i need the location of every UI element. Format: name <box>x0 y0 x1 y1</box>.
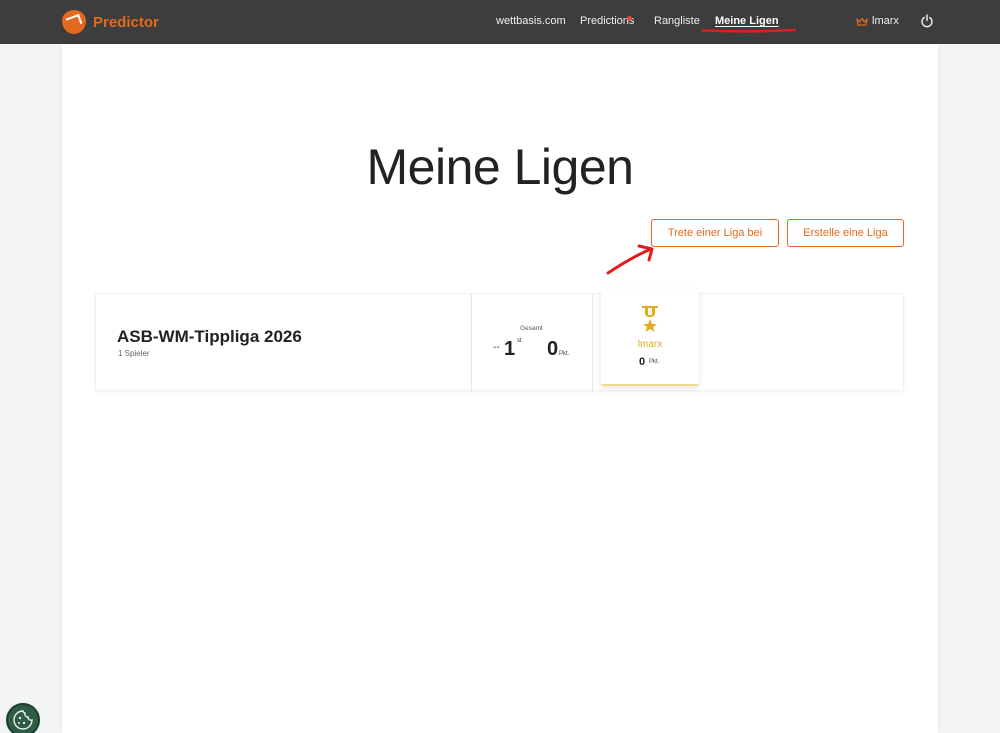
rank-trend: -- <box>493 342 500 353</box>
cookie-icon <box>13 710 33 730</box>
divider <box>471 294 472 392</box>
crown-icon <box>856 17 868 26</box>
rank-value: 1 <box>504 338 516 360</box>
app-name: Predictor <box>93 13 159 31</box>
annotation-underline <box>702 28 796 33</box>
annotation-arrow <box>606 244 654 275</box>
points-suffix: Pkt. <box>559 351 570 357</box>
nav-link-wettbasis[interactable]: wettbasis.com <box>496 15 566 27</box>
stat-label: Gesamt <box>520 325 543 332</box>
nav-link-rangliste[interactable]: Rangliste <box>654 15 700 27</box>
logo[interactable]: Predictor <box>62 10 159 34</box>
top-navbar: Predictor wettbasis.com Predictions Rang… <box>0 0 1000 44</box>
divider <box>592 294 593 392</box>
cookie-settings-button[interactable] <box>6 703 40 733</box>
leader-points-suffix: Pkt. <box>649 359 660 365</box>
rank-suffix: st <box>517 338 522 344</box>
user-menu[interactable]: lmarx <box>872 15 899 27</box>
page-title: Meine Ligen <box>366 139 634 195</box>
medal-icon <box>642 306 658 332</box>
leader-points: 0 <box>639 356 646 368</box>
create-league-button[interactable]: Erstelle eine Liga <box>787 219 904 247</box>
join-league-button[interactable]: Trete einer Liga bei <box>651 219 779 247</box>
points-value: 0 <box>547 338 559 360</box>
league-player-count: 1 Spieler <box>118 349 150 358</box>
league-name[interactable]: ASB-WM-Tippliga 2026 <box>117 327 302 347</box>
notification-dot <box>627 16 632 21</box>
leader-card[interactable]: lmarx 0 Pkt. <box>601 289 699 386</box>
nav-link-meine-ligen[interactable]: Meine Ligen <box>715 15 779 27</box>
power-icon[interactable] <box>920 14 934 28</box>
main-content: Meine Ligen Trete einer Liga bei Erstell… <box>62 44 938 733</box>
league-card[interactable]: ASB-WM-Tippliga 2026 1 Spieler Gesamt --… <box>95 293 904 392</box>
leader-name: lmarx <box>637 339 663 350</box>
logo-icon <box>62 10 86 34</box>
